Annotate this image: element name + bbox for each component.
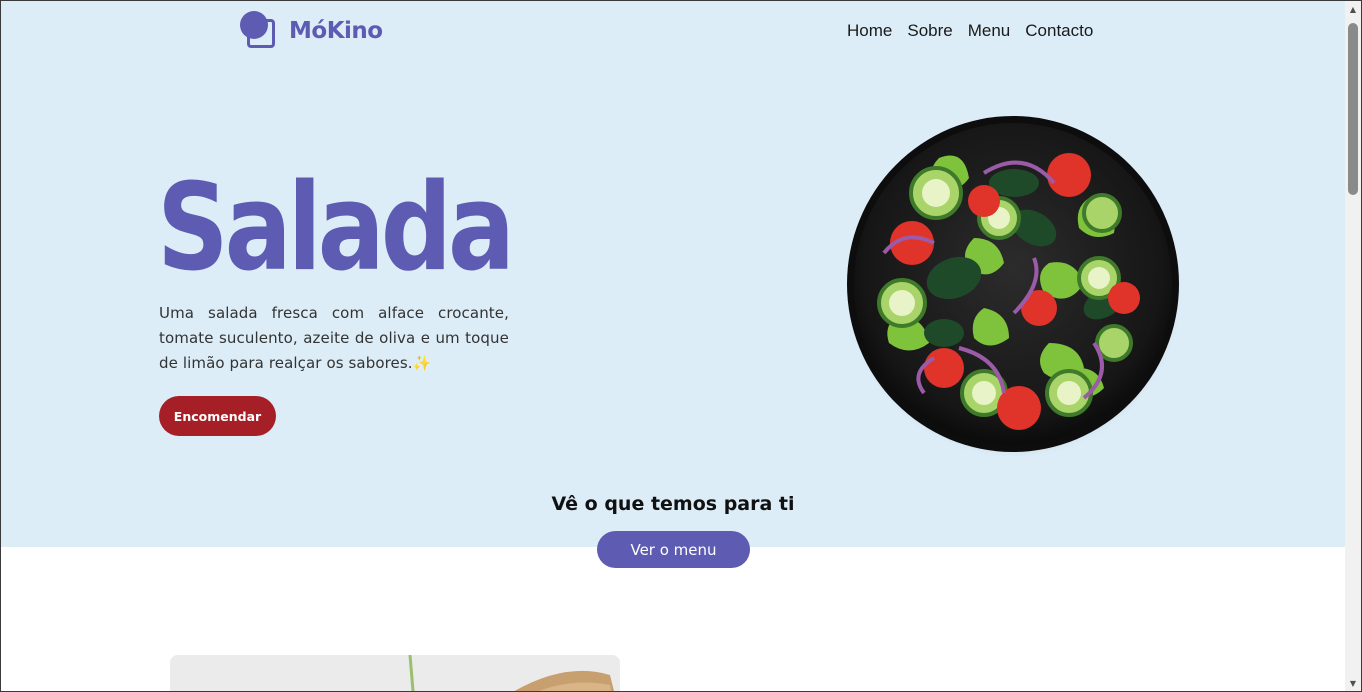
- nav-item-home[interactable]: Home: [847, 21, 892, 41]
- order-button[interactable]: Encomendar: [159, 396, 276, 436]
- food-card-photo: [170, 655, 620, 691]
- logo-mark-icon: [239, 9, 283, 53]
- hero-section: MóKino Home Sobre Menu Contacto Salada U…: [1, 1, 1345, 547]
- hero-description: Uma salada fresca com alface crocante, t…: [159, 301, 509, 376]
- scroll-up-icon[interactable]: ▲: [1345, 1, 1361, 17]
- main-nav: Home Sobre Menu Contacto: [847, 21, 1093, 41]
- cta-title: Vê o que temos para ti: [551, 493, 795, 515]
- sparkle-icon: ✨: [412, 354, 432, 372]
- hero-description-text: Uma salada fresca com alface crocante, t…: [159, 304, 509, 372]
- nav-item-sobre[interactable]: Sobre: [907, 21, 952, 41]
- brand-logo[interactable]: MóKino: [239, 9, 383, 53]
- browser-viewport: MóKino Home Sobre Menu Contacto Salada U…: [0, 0, 1362, 692]
- food-card-image: [170, 655, 620, 691]
- view-menu-button[interactable]: Ver o menu: [597, 531, 750, 568]
- nav-item-contacto[interactable]: Contacto: [1025, 21, 1093, 41]
- scroll-down-icon[interactable]: ▼: [1345, 675, 1361, 691]
- hero-title: Salada: [157, 159, 515, 298]
- nav-item-menu[interactable]: Menu: [968, 21, 1011, 41]
- brand-name: MóKino: [289, 18, 383, 44]
- scrollbar-thumb[interactable]: [1348, 23, 1358, 195]
- page-scrollbar[interactable]: ▲ ▼: [1345, 1, 1361, 691]
- salad-bowl-image: [844, 116, 1184, 459]
